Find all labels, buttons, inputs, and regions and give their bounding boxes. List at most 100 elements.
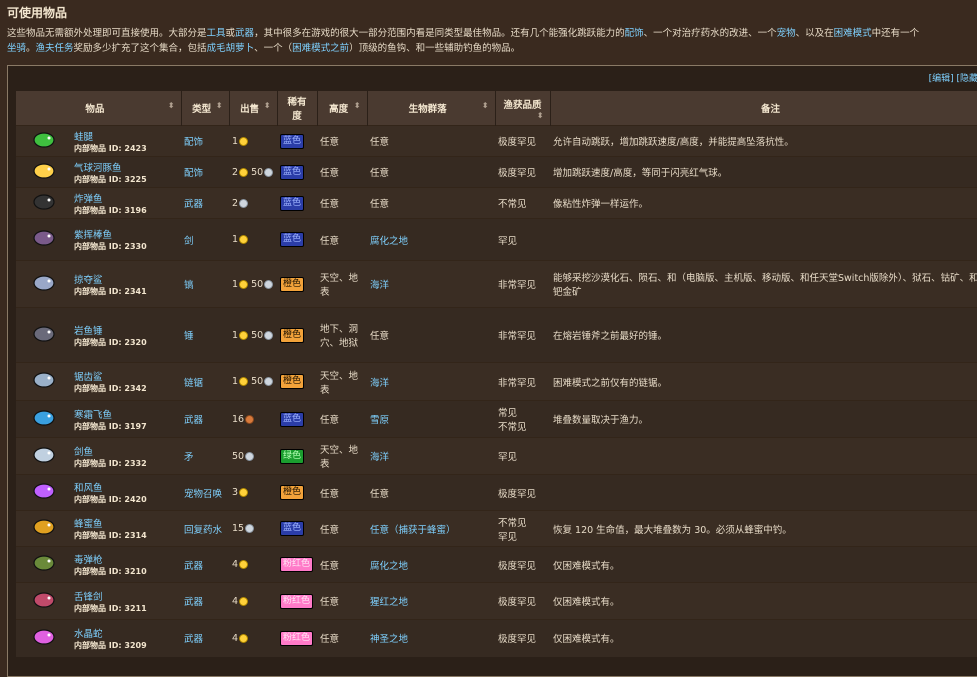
toxikarp-icon[interactable] — [30, 552, 58, 574]
item-name-link[interactable]: 蜂蜜鱼 — [74, 516, 178, 530]
rarity-badge[interactable]: 蓝色 — [280, 411, 305, 427]
pet-link[interactable]: 宠物 — [777, 28, 796, 39]
item-name-link[interactable]: 舌锋剑 — [74, 589, 178, 603]
item-type-link[interactable]: 配饰 — [181, 125, 229, 157]
hardmode-link[interactable]: 困难模式 — [834, 28, 872, 39]
rarity-badge[interactable]: 粉红色 — [280, 630, 314, 646]
item-type-link[interactable]: 剑 — [181, 218, 229, 261]
item-type-link[interactable]: 矛 — [181, 437, 229, 475]
header-notes[interactable]: 备注 — [550, 91, 977, 126]
item-name-link[interactable]: 气球河豚鱼 — [74, 160, 178, 174]
item-name-link[interactable]: 岩鱼锤 — [74, 323, 178, 337]
sawtooth-shark-icon[interactable] — [30, 369, 58, 391]
rarity-badge[interactable]: 蓝色 — [280, 521, 305, 536]
weapon-link[interactable]: 武器 — [235, 28, 254, 39]
sort-icon[interactable]: ⬍ — [264, 101, 271, 110]
item-type-link[interactable]: 武器 — [181, 400, 229, 438]
table-row: 和风鱼 内部物品 ID: 2420 宠物召唤 3 橙色 任意 任意 极度罕见 — [16, 474, 977, 511]
item-biome[interactable]: 海洋 — [367, 260, 495, 308]
item-type-link[interactable]: 锤 — [181, 307, 229, 363]
purple-clubberfish-icon[interactable] — [30, 227, 58, 249]
item-biome[interactable]: 雪原 — [367, 400, 495, 438]
swordfish-icon[interactable] — [30, 444, 58, 466]
item-type-link[interactable]: 武器 — [181, 546, 229, 583]
header-biome[interactable]: 生物群落 ⬍ — [367, 91, 496, 126]
rarity-badge[interactable]: 粉红色 — [280, 557, 314, 572]
gold-coin-icon — [239, 596, 249, 606]
item-name-link[interactable]: 水晶蛇 — [74, 626, 178, 640]
item-type-link[interactable]: 配饰 — [181, 156, 229, 188]
rarity-badge[interactable]: 橙色 — [280, 327, 305, 343]
header-type[interactable]: 类型 ⬍ — [181, 91, 230, 126]
frog-leg-icon[interactable] — [30, 129, 58, 151]
item-biome[interactable]: 任意 — [367, 156, 495, 188]
sort-icon[interactable]: ⬍ — [354, 101, 361, 110]
item-biome[interactable]: 任意 — [367, 474, 495, 511]
item-name-link[interactable]: 掠夺鲨 — [74, 272, 178, 286]
item-biome[interactable]: 腐化之地 — [367, 546, 495, 583]
rarity-badge[interactable]: 蓝色 — [280, 195, 305, 211]
fuzzy-carrot-link[interactable]: 成毛胡萝卜 — [207, 43, 255, 54]
item-biome[interactable]: 神圣之地 — [367, 619, 495, 657]
sort-icon[interactable]: ⬍ — [216, 101, 223, 110]
zephyr-fish-icon[interactable] — [30, 480, 58, 502]
header-item[interactable]: 物品 ⬍ — [16, 91, 182, 126]
rarity-badge[interactable]: 蓝色 — [280, 133, 305, 149]
rockfish-icon[interactable] — [30, 323, 58, 345]
pre-hardmode-link[interactable]: 困难模式之前 — [292, 43, 349, 54]
rarity-badge[interactable]: 粉红色 — [280, 593, 314, 609]
sort-icon[interactable]: ⬍ — [482, 101, 489, 110]
edit-link[interactable]: [编辑] — [929, 74, 954, 84]
item-name-link[interactable]: 蛙腿 — [74, 129, 178, 143]
item-name-link[interactable]: 锯齿鲨 — [74, 369, 178, 383]
accessory-link[interactable]: 配饰 — [625, 28, 644, 39]
item-name-link[interactable]: 炸弹鱼 — [74, 191, 178, 205]
item-catch-quality: 极度罕见 — [495, 125, 550, 157]
sort-icon[interactable]: ⬍ — [168, 101, 175, 110]
rarity-badge[interactable]: 蓝色 — [280, 164, 305, 180]
item-type-link[interactable]: 链锯 — [181, 362, 229, 401]
gold-coin-icon — [239, 377, 249, 386]
item-biome[interactable]: 任意（捕获于蜂蜜） — [367, 510, 495, 547]
honeyfin-icon[interactable] — [30, 516, 58, 538]
crystal-serpent-icon[interactable] — [30, 626, 58, 648]
bomb-fish-icon[interactable] — [30, 191, 58, 213]
item-type-link[interactable]: 镐 — [181, 260, 229, 308]
item-type-link[interactable]: 武器 — [181, 187, 229, 219]
tool-link[interactable]: 工具 — [207, 28, 226, 39]
item-notes: 仅困难模式有。 — [550, 582, 977, 620]
item-type-link[interactable]: 武器 — [181, 619, 229, 657]
header-height[interactable]: 高度 ⬍ — [317, 91, 368, 126]
header-rarity[interactable]: 稀有度 — [277, 91, 318, 126]
hide-link[interactable]: [隐藏 — [956, 74, 977, 84]
item-biome[interactable]: 猩红之地 — [367, 582, 495, 620]
item-name-link[interactable]: 紫挥棒鱼 — [74, 227, 178, 241]
rarity-badge[interactable]: 橙色 — [280, 276, 305, 292]
frost-daggerfish-icon[interactable] — [30, 407, 58, 429]
item-biome[interactable]: 海洋 — [367, 437, 495, 475]
mount-link[interactable]: 坐骑 — [7, 43, 26, 54]
balloon-pufferfish-icon[interactable] — [30, 160, 58, 182]
header-quality[interactable]: 渔获品质 ⬍ — [495, 91, 551, 126]
reaver-shark-icon[interactable] — [30, 272, 58, 294]
sort-icon[interactable]: ⬍ — [537, 111, 544, 120]
item-name-link[interactable]: 和风鱼 — [74, 480, 178, 494]
bladetongue-icon[interactable] — [30, 589, 58, 611]
item-biome[interactable]: 任意 — [367, 187, 495, 219]
rarity-badge[interactable]: 蓝色 — [280, 232, 305, 247]
rarity-badge[interactable]: 橙色 — [280, 374, 305, 389]
header-sell[interactable]: 出售 ⬍ — [229, 91, 278, 126]
rarity-badge[interactable]: 绿色 — [280, 448, 305, 464]
rarity-badge[interactable]: 橙色 — [280, 485, 305, 500]
angler-quest-link[interactable]: 渔夫任务 — [36, 43, 74, 54]
item-biome[interactable]: 海洋 — [367, 362, 495, 401]
item-name-link[interactable]: 寒霜飞鱼 — [74, 407, 178, 421]
item-name-link[interactable]: 毒弹枪 — [74, 552, 178, 566]
item-biome[interactable]: 任意 — [367, 307, 495, 363]
item-biome[interactable]: 任意 — [367, 125, 495, 157]
item-type-link[interactable]: 宠物召唤 — [181, 474, 229, 511]
item-biome[interactable]: 腐化之地 — [367, 218, 495, 261]
item-name-link[interactable]: 剑鱼 — [74, 444, 178, 458]
item-type-link[interactable]: 回复药水 — [181, 510, 229, 547]
item-type-link[interactable]: 武器 — [181, 582, 229, 620]
